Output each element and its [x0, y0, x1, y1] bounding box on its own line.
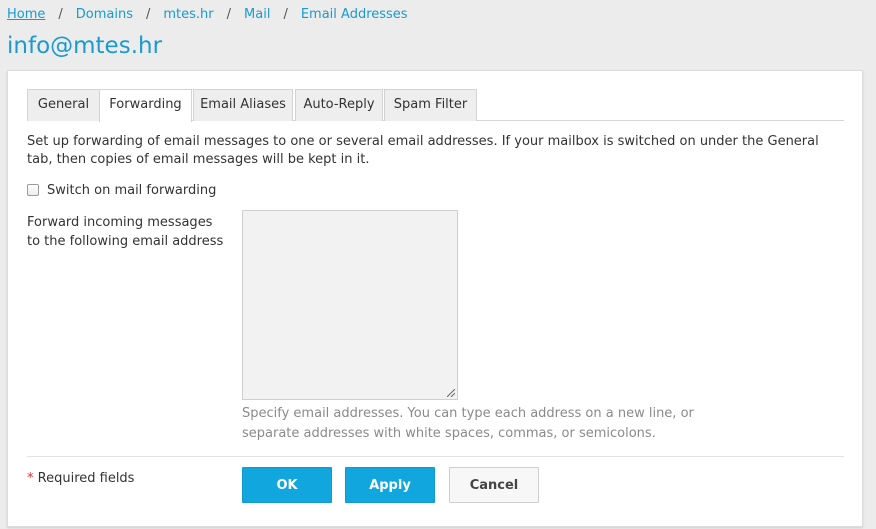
- breadcrumb-home-link[interactable]: Home: [7, 7, 45, 22]
- tab-forwarding[interactable]: Forwarding: [99, 89, 192, 122]
- breadcrumb-domains-link[interactable]: Domains: [76, 7, 133, 22]
- breadcrumb: Home / Domains / mtes.hr / Mail / Email Addresse…: [7, 6, 408, 24]
- required-fields-note: * Required fields: [27, 471, 134, 486]
- tab-email-aliases[interactable]: Email Aliases: [193, 89, 293, 121]
- forward-addresses-textarea[interactable]: [242, 210, 458, 400]
- forwarding-toggle-row[interactable]: Switch on mail forwarding: [27, 181, 216, 199]
- forwarding-description: Set up forwarding of email messages to o…: [27, 134, 819, 167]
- footer-divider: [27, 456, 844, 457]
- tab-general[interactable]: General: [27, 89, 100, 121]
- page-title: info@mtes.hr: [7, 33, 163, 59]
- breadcrumb-separator: /: [283, 7, 288, 22]
- breadcrumb-separator: /: [226, 7, 232, 22]
- resize-grip-icon[interactable]: [447, 389, 455, 397]
- breadcrumb-separator: /: [58, 7, 63, 22]
- required-star: *: [27, 471, 34, 486]
- apply-button[interactable]: Apply: [345, 467, 435, 503]
- forwarding-panel: General Forwarding Email Aliases Auto-Re…: [7, 70, 863, 527]
- breadcrumb-mail-link[interactable]: Mail: [244, 7, 270, 22]
- cancel-button[interactable]: Cancel: [449, 467, 539, 503]
- ok-button[interactable]: OK: [242, 467, 332, 503]
- breadcrumb-email-addresses-link[interactable]: Email Addresses: [301, 7, 408, 22]
- forwarding-checkbox[interactable]: [27, 184, 39, 196]
- tab-auto-reply[interactable]: Auto-Reply: [295, 89, 383, 121]
- required-fields-text: Required fields: [37, 471, 135, 486]
- breadcrumb-domain-link[interactable]: mtes.hr: [163, 7, 213, 22]
- tab-spam-filter[interactable]: Spam Filter: [384, 89, 477, 121]
- forwarding-checkbox-label[interactable]: Switch on mail forwarding: [47, 183, 216, 198]
- tab-bar: General Forwarding Email Aliases Auto-Re…: [27, 89, 844, 122]
- forward-addresses-hint: Specify email addresses. You can type ea…: [242, 406, 694, 441]
- forward-address-label: Forward incoming messages to the followi…: [27, 215, 224, 249]
- breadcrumb-separator: /: [146, 7, 151, 22]
